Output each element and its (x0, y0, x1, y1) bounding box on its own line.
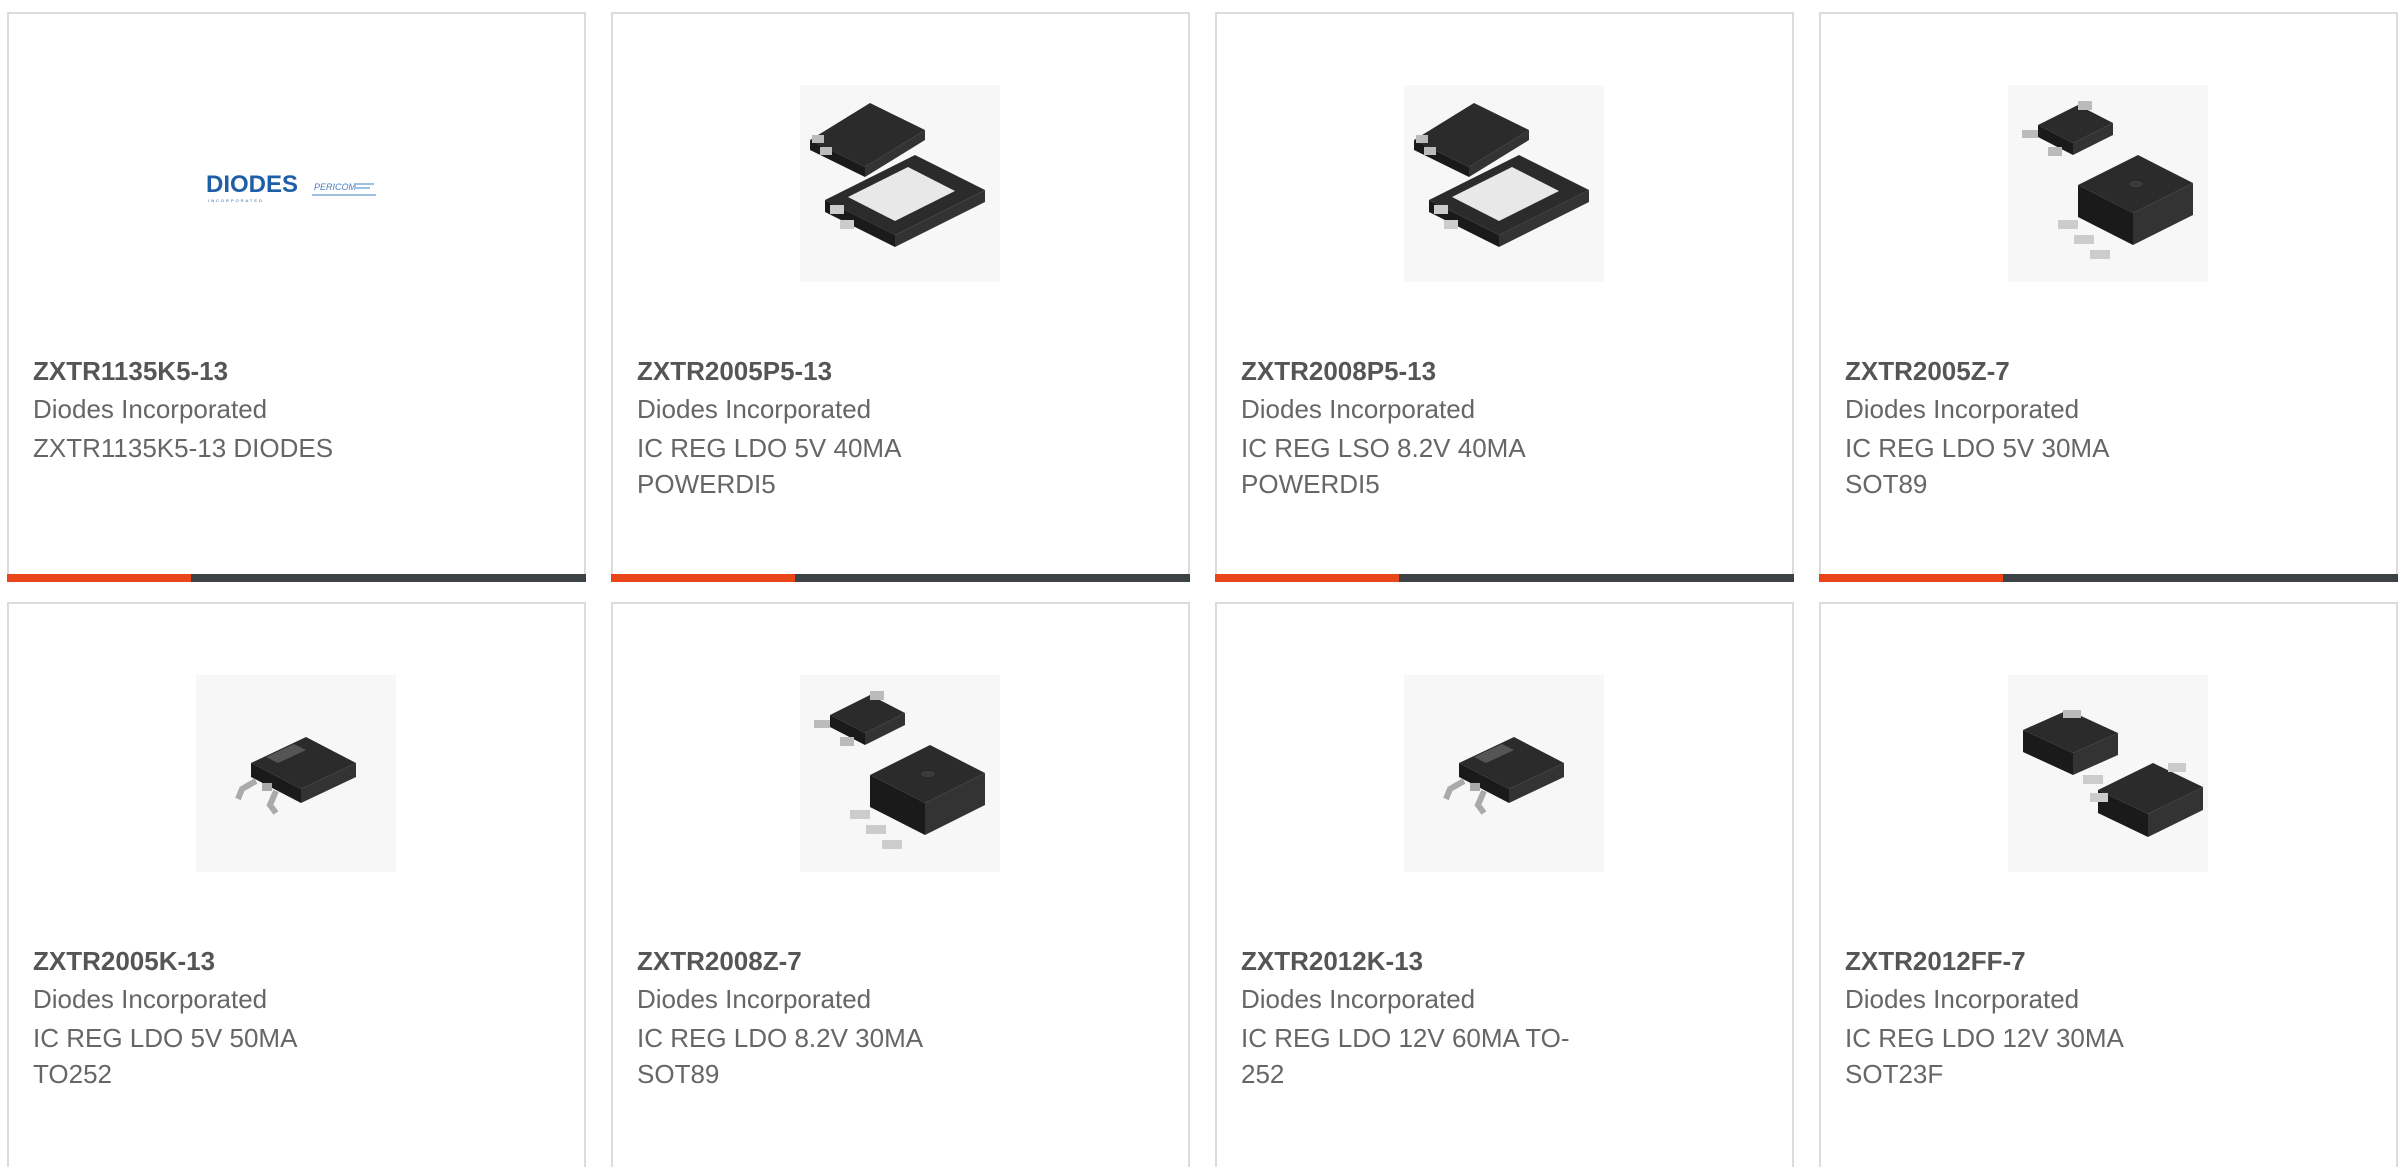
product-image[interactable]: DIODES INCORPORATED PERICOM (196, 85, 396, 282)
part-number[interactable]: ZXTR2005K-13 (33, 946, 215, 977)
to252-package-icon (1443, 737, 1564, 815)
sot23f-package-icon (2023, 710, 2203, 837)
part-number[interactable]: ZXTR2005Z-7 (1845, 356, 2010, 387)
product-image[interactable] (1404, 675, 1604, 872)
product-card[interactable]: ZXTR2005Z-7 Diodes Incorporated IC REG L… (1819, 12, 2398, 582)
product-card[interactable]: ZXTR2008P5-13 Diodes Incorporated IC REG… (1215, 12, 1794, 582)
description: ZXTR1135K5-13 DIODES (33, 433, 334, 463)
product-image[interactable] (2008, 675, 2208, 872)
part-number[interactable]: ZXTR2005P5-13 (637, 356, 832, 387)
part-number[interactable]: ZXTR2008P5-13 (1241, 356, 1436, 387)
product-card[interactable]: ZXTR2012FF-7 Diodes Incorporated IC REG … (1819, 602, 2398, 1167)
sot89-package-icon (814, 691, 985, 849)
powerdi5-package-icon (1414, 103, 1589, 247)
manufacturer: Diodes Incorporated (637, 394, 872, 424)
powerdi5-package-icon (810, 103, 985, 247)
manufacturer: Diodes Incorporated (1241, 394, 1476, 424)
description: IC REG LSO 8.2V 40MA POWERDI5 (1241, 433, 1525, 499)
svg-text:PERICOM: PERICOM (314, 182, 357, 192)
product-image[interactable] (800, 675, 1000, 872)
product-image[interactable] (2008, 85, 2208, 282)
part-number[interactable]: ZXTR2012K-13 (1241, 946, 1423, 977)
description: IC REG LDO 12V 60MA TO-252 (1241, 1023, 1570, 1089)
card-accent-bar (1215, 574, 1794, 582)
description: IC REG LDO 5V 50MA TO252 (33, 1023, 296, 1089)
sot89-package-icon (2022, 101, 2193, 259)
product-image[interactable] (800, 85, 1000, 282)
description: IC REG LDO 5V 30MA SOT89 (1845, 433, 2108, 499)
product-card[interactable]: DIODES INCORPORATED PERICOM ZXTR1135K5-1… (7, 12, 586, 582)
product-image[interactable] (1404, 85, 1604, 282)
description: IC REG LDO 8.2V 30MA SOT89 (637, 1023, 922, 1089)
manufacturer: Diodes Incorporated (33, 984, 268, 1014)
manufacturer: Diodes Incorporated (1845, 984, 2080, 1014)
part-number[interactable]: ZXTR2008Z-7 (637, 946, 802, 977)
card-accent-bar (611, 574, 1190, 582)
card-accent-bar (7, 574, 586, 582)
manufacturer: Diodes Incorporated (1845, 394, 2080, 424)
product-image[interactable] (196, 675, 396, 872)
manufacturer: Diodes Incorporated (33, 394, 268, 424)
part-number[interactable]: ZXTR1135K5-13 (33, 356, 228, 387)
part-number[interactable]: ZXTR2012FF-7 (1845, 946, 2026, 977)
card-accent-bar (1819, 574, 2398, 582)
product-card[interactable]: ZXTR2012K-13 Diodes Incorporated IC REG … (1215, 602, 1794, 1167)
product-grid: DIODES INCORPORATED PERICOM ZXTR1135K5-1… (0, 0, 2400, 1167)
svg-text:DIODES: DIODES (206, 171, 298, 198)
manufacturer: Diodes Incorporated (637, 984, 872, 1014)
to252-package-icon (235, 737, 356, 815)
diodes-logo: DIODES INCORPORATED PERICOM (206, 171, 376, 203)
description: IC REG LDO 12V 30MA SOT23F (1845, 1023, 2123, 1089)
manufacturer: Diodes Incorporated (1241, 984, 1476, 1014)
description: IC REG LDO 5V 40MA POWERDI5 (637, 433, 900, 499)
svg-text:INCORPORATED: INCORPORATED (208, 198, 264, 203)
product-card[interactable]: ZXTR2005P5-13 Diodes Incorporated IC REG… (611, 12, 1190, 582)
product-card[interactable]: ZXTR2005K-13 Diodes Incorporated IC REG … (7, 602, 586, 1167)
product-card[interactable]: ZXTR2008Z-7 Diodes Incorporated IC REG L… (611, 602, 1190, 1167)
